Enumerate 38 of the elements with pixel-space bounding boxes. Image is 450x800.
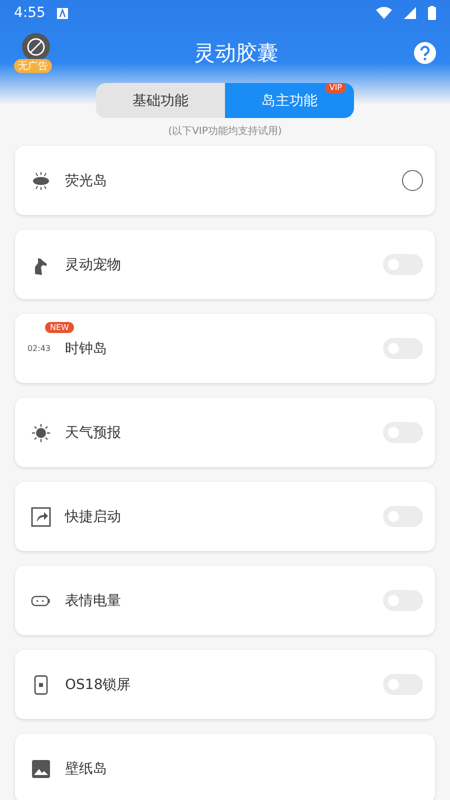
feature-card[interactable]: 表情电量 (15, 566, 435, 635)
feature-card[interactable]: 灵动宠物 (15, 230, 435, 299)
tab[interactable]: 岛主功能 VIP (225, 83, 354, 118)
image-icon (31, 758, 51, 778)
help-icon[interactable] (414, 42, 436, 64)
new-badge: NEW (45, 322, 74, 333)
battery-status-icon (428, 6, 436, 20)
sun-icon (31, 422, 51, 442)
status-time: 4:55 (14, 5, 46, 21)
vip-badge: VIP (325, 83, 346, 93)
tab[interactable]: 基础功能 (96, 83, 225, 118)
feature-card[interactable]: OS18锁屏 (15, 650, 435, 719)
signal-icon (404, 7, 416, 19)
feature-label: 荧光岛 (65, 172, 108, 190)
feature-label: 表情电量 (65, 592, 122, 610)
feature-card[interactable]: NEW 02:43 时钟岛 (15, 314, 435, 383)
feature-label: 灵动宠物 (65, 256, 122, 274)
trial-note: (以下VIP功能均支持试用) (167, 124, 283, 138)
feature-label: 壁纸岛 (65, 760, 108, 778)
feature-card[interactable]: 快捷启动 (15, 482, 435, 551)
notification-icon (57, 8, 68, 18)
no-ads-icon[interactable] (22, 33, 50, 61)
app-title: 灵动胶囊 (194, 40, 278, 67)
feature-card[interactable]: 天气预报 (15, 398, 435, 467)
clock-icon: 02:43 (27, 344, 51, 353)
battery-icon (31, 594, 51, 608)
lamp-icon (31, 170, 51, 190)
no-ads-badge: 无广告 (14, 59, 52, 73)
radio-button[interactable] (402, 170, 423, 191)
feature-label: 时钟岛 (65, 340, 108, 358)
feature-card[interactable]: 壁纸岛 (15, 734, 435, 800)
shortcut-icon (31, 506, 51, 526)
feature-label: 天气预报 (65, 424, 122, 442)
phone-icon (34, 674, 48, 694)
feature-card[interactable]: 荧光岛 (15, 146, 435, 215)
feature-label: OS18锁屏 (65, 676, 132, 694)
feature-label: 快捷启动 (65, 508, 122, 526)
wifi-icon (376, 7, 392, 19)
